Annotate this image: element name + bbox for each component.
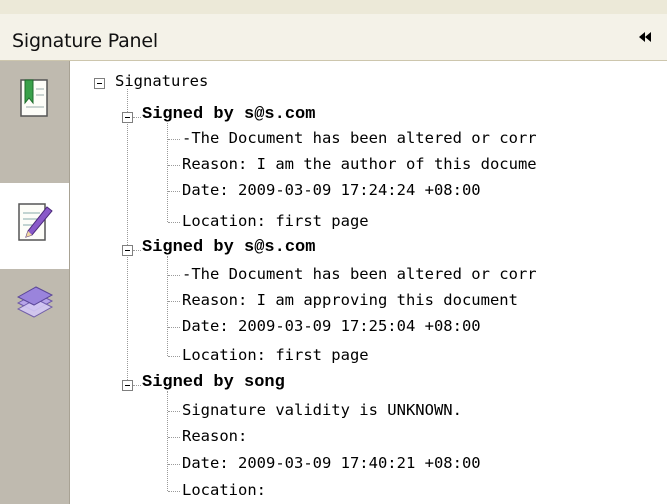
signature-1-status[interactable]: -The Document has been altered or corr [182, 129, 537, 147]
signature-3-reason[interactable]: Reason: [182, 427, 247, 445]
panel-header: Signature Panel [0, 14, 667, 61]
panel-title: Signature Panel [12, 30, 158, 52]
signature-node-2[interactable]: Signed by s@s.com [142, 238, 315, 257]
top-strip [0, 0, 667, 15]
signature-node-1[interactable]: Signed by s@s.com [142, 105, 315, 124]
double-chevron-left-icon [639, 32, 651, 42]
signature-3-status[interactable]: Signature validity is UNKNOWN. [182, 401, 462, 419]
signature-pen-icon [18, 203, 53, 241]
signature-2-status[interactable]: -The Document has been altered or corr [182, 265, 537, 283]
signature-2-reason[interactable]: Reason: I am approving this document [182, 291, 518, 309]
tree-root-signatures[interactable]: Signatures [115, 72, 208, 90]
signature-1-location[interactable]: Location: first page [182, 212, 369, 230]
collapse-toggle-signature-1[interactable] [122, 112, 133, 123]
navigation-rail [0, 61, 70, 504]
collapse-toggle-signature-3[interactable] [122, 380, 133, 391]
tab-layers[interactable] [0, 271, 69, 351]
signature-3-date[interactable]: Date: 2009-03-09 17:40:21 +08:00 [182, 454, 481, 472]
bookmark-page-icon [20, 79, 48, 117]
collapse-toggle-root[interactable] [94, 78, 105, 89]
signature-2-date[interactable]: Date: 2009-03-09 17:25:04 +08:00 [182, 317, 481, 335]
signature-node-3[interactable]: Signed by song [142, 373, 285, 392]
signature-1-date[interactable]: Date: 2009-03-09 17:24:24 +08:00 [182, 181, 481, 199]
signature-2-location[interactable]: Location: first page [182, 346, 369, 364]
signature-1-reason[interactable]: Reason: I am the author of this docume [182, 155, 537, 173]
tab-bookmarks[interactable] [0, 61, 69, 181]
tab-signatures[interactable] [0, 183, 69, 269]
collapse-panel-button[interactable] [634, 28, 656, 50]
signature-panel-window: Signature Panel Signatures Signed by s@s… [0, 0, 667, 504]
layers-icon [16, 286, 54, 318]
collapse-toggle-signature-2[interactable] [122, 245, 133, 256]
signature-tree: Signatures Signed by s@s.com -The Docume… [70, 61, 667, 504]
signature-3-location[interactable]: Location: [182, 481, 266, 499]
